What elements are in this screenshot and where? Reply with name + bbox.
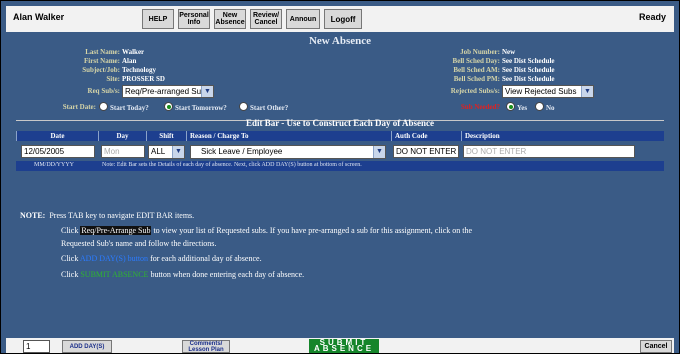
personal-info-button[interactable]: Personal Info: [178, 9, 210, 29]
sub-needed-yes-radio[interactable]: Yes: [506, 102, 527, 112]
radio-icon: [99, 102, 108, 111]
page-title: New Absence: [308, 35, 372, 47]
last-name-label: Last Name:: [85, 48, 120, 56]
req-pre-arrange-sub-chip: Req/Pre-Arrange Sub: [80, 226, 152, 235]
chevron-down-icon: ▼: [373, 146, 385, 158]
shift-select[interactable]: ALL ▼: [148, 145, 185, 159]
comments-lesson-plan-button[interactable]: Comments/Lesson Plan: [182, 340, 230, 353]
status-text: Ready: [638, 12, 666, 22]
date-column-header: Date: [16, 131, 98, 141]
req-subs-label: Req Sub/s:: [87, 87, 120, 95]
edit-bar-title: Edit Bar - Use to Construct Each Day of …: [245, 118, 435, 128]
auth-code-input[interactable]: DO NOT ENTER: [393, 145, 459, 158]
day-input[interactable]: Mon: [101, 145, 145, 158]
top-toolbar: Alan Walker HELP Personal Info New Absen…: [6, 6, 674, 32]
day-count-input[interactable]: 1: [23, 340, 50, 353]
add-days-button[interactable]: ADD DAY(S): [62, 340, 112, 353]
first-name-label: First Name:: [84, 57, 120, 65]
bell-sched-am-value: See Dist Schedule: [502, 66, 555, 74]
instructions-line-2: Click Req/Pre-Arrange Sub to view your l…: [61, 226, 473, 235]
auth-code-column-header: Auth Code: [391, 131, 461, 141]
job-number-label: Job Number:: [460, 48, 500, 56]
instructions-line-1: NOTE: Press TAB key to navigate EDIT BAR…: [20, 211, 195, 220]
bell-sched-pm-value: See Dist Schedule: [502, 75, 555, 83]
site-label: Site:: [106, 75, 120, 83]
bell-sched-pm-label: Bell Sched PM:: [453, 75, 500, 83]
bottom-toolbar: 1 ADD DAY(S) Comments/Lesson Plan SUBMIT…: [6, 338, 674, 353]
instructions-line-5: Click SUBMIT ABSENCE button when done en…: [61, 270, 305, 279]
subject-job-label: Subject/Job:: [82, 66, 120, 74]
radio-selected-icon: [164, 102, 173, 111]
help-button[interactable]: HELP: [142, 9, 174, 29]
rejected-subs-label: Rejected Subs/s:: [450, 87, 500, 95]
bell-sched-day-value: See Dist Schedule: [502, 57, 555, 65]
last-name-value: Walker: [122, 48, 145, 56]
bell-sched-am-label: Bell Sched AM:: [453, 66, 500, 74]
submit-absence-button[interactable]: SUBMIT ABSENCE: [309, 339, 379, 353]
radio-selected-icon: [506, 102, 515, 111]
description-column-header: Description: [461, 131, 664, 141]
shift-column-header: Shift: [146, 131, 186, 141]
radio-icon: [535, 102, 544, 111]
chevron-down-icon: ▼: [201, 86, 213, 97]
logoff-button[interactable]: Logoff: [324, 9, 362, 29]
site-value: PROSSER SD: [122, 75, 165, 83]
first-name-value: Alan: [122, 57, 137, 65]
edit-bar-note: Note: Edit Bar sets the Details of each …: [102, 162, 362, 168]
start-tomorrow-radio[interactable]: Start Tomorrow?: [164, 102, 227, 112]
start-date-label: Start Date:: [62, 103, 96, 111]
chevron-down-icon: ▼: [172, 146, 184, 158]
review-cancel-button[interactable]: Review/ Cancel: [250, 9, 282, 29]
day-column-header: Day: [98, 131, 146, 141]
chevron-down-icon: ▼: [581, 86, 593, 97]
bell-sched-day-label: Bell Sched Day:: [452, 57, 500, 65]
description-input[interactable]: DO NOT ENTER: [463, 145, 635, 158]
new-absence-button[interactable]: New Absence: [214, 9, 246, 29]
req-subs-select[interactable]: Req/Pre-arranged Sub ▼: [122, 85, 214, 98]
main-panel: New Absence Last Name: Walker First Name…: [6, 32, 674, 342]
radio-icon: [239, 102, 248, 111]
start-other-radio[interactable]: Start Other?: [239, 102, 288, 112]
date-format-hint: MM/DD/YYYY: [34, 162, 75, 168]
rejected-subs-select[interactable]: View Rejected Subs ▼: [502, 85, 594, 98]
announcements-button[interactable]: Announ: [286, 9, 320, 29]
sub-needed-label: Sub Needed?: [460, 103, 500, 111]
cancel-button[interactable]: Cancel: [640, 340, 672, 353]
subject-job-value: Technology: [122, 66, 156, 74]
instructions-line-3: Requested Sub's name and follow the dire…: [61, 239, 217, 248]
date-input[interactable]: 12/05/2005: [21, 145, 95, 158]
reason-column-header: Reason / Charge To: [186, 131, 391, 141]
job-number-value: New: [502, 48, 516, 56]
instructions-line-4: Click ADD DAY(S) button for each additio…: [61, 254, 262, 263]
start-today-radio[interactable]: Start Today?: [99, 102, 149, 112]
sub-needed-no-radio[interactable]: No: [535, 102, 555, 112]
reason-select[interactable]: Sick Leave / Employee ▼: [190, 145, 386, 159]
app-window: Alan Walker HELP Personal Info New Absen…: [0, 0, 680, 354]
user-name: Alan Walker: [13, 12, 65, 22]
